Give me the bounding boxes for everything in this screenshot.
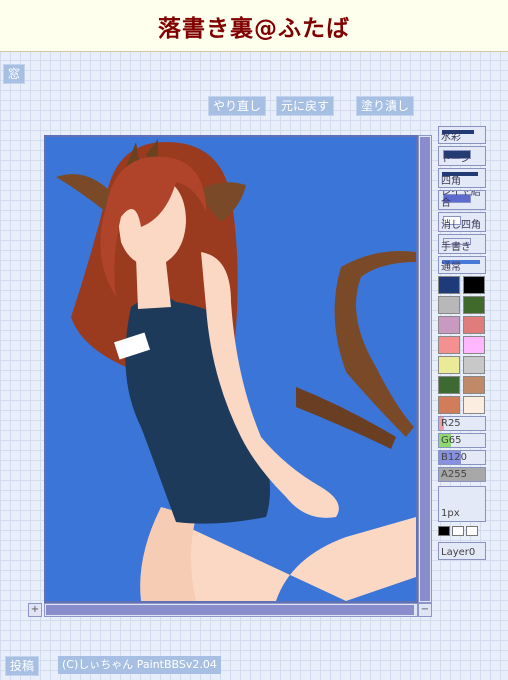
color-swatch[interactable] [463, 396, 485, 414]
fill-button[interactable]: 塗り潰し [356, 96, 415, 116]
color-swatch[interactable] [463, 296, 485, 314]
post-button[interactable]: 投稿 [5, 656, 40, 676]
green-slider[interactable]: G65 [438, 433, 486, 448]
pen-size-label: 1px [441, 508, 460, 519]
zoom-in-button[interactable]: + [28, 603, 42, 617]
horizontal-scrollbar[interactable] [44, 603, 418, 617]
color-swatch[interactable] [438, 276, 460, 294]
layer-selector[interactable]: Layer0 [438, 542, 486, 560]
pen-size-dot-white[interactable] [452, 526, 464, 536]
window-button[interactable]: 窓 [3, 64, 26, 84]
color-swatch[interactable] [463, 316, 485, 334]
pen-size-options [438, 526, 488, 536]
alpha-slider[interactable]: A255 [438, 467, 486, 482]
zoom-out-button[interactable]: − [418, 603, 432, 617]
horizontal-scroll-thumb[interactable] [46, 605, 414, 615]
color-swatch[interactable] [438, 376, 460, 394]
credit-text: (C)しぃちゃん PaintBBSv2.04 [58, 656, 221, 674]
drawing-canvas[interactable] [44, 135, 418, 603]
redo-button[interactable]: やり直し [208, 96, 267, 116]
red-slider[interactable]: R25 [438, 416, 486, 431]
undo-button[interactable]: 元に戻す [276, 96, 335, 116]
tool-normal[interactable]: 通常 [438, 256, 486, 274]
pen-size-dot-white-2[interactable] [466, 526, 478, 536]
color-swatch[interactable] [438, 356, 460, 374]
color-swatch[interactable] [463, 356, 485, 374]
color-swatch[interactable] [463, 376, 485, 394]
tool-tone[interactable]: トーン [438, 146, 486, 166]
page-header: 落書き裏@ふたば [0, 0, 508, 52]
color-swatch[interactable] [438, 316, 460, 334]
color-palette [438, 276, 488, 414]
canvas-artwork [46, 137, 416, 601]
color-swatch[interactable] [438, 336, 460, 354]
color-swatch[interactable] [463, 276, 485, 294]
page-title: 落書き裏@ふたば [158, 15, 350, 42]
pen-size-box[interactable]: 1px [438, 486, 486, 522]
color-swatch[interactable] [438, 296, 460, 314]
blue-slider[interactable]: B120 [438, 450, 486, 465]
tool-erase-rect[interactable]: 消し四角 [438, 212, 486, 232]
tool-merge[interactable]: レイヤ結合 [438, 190, 486, 210]
tool-watercolor[interactable]: 水彩 [438, 126, 486, 144]
color-swatch[interactable] [438, 396, 460, 414]
tool-panel: 水彩 トーン 四角 レイヤ結合 消し四角 手書き 通常 R25 G65 B120… [438, 126, 488, 560]
vertical-scroll-thumb[interactable] [420, 137, 430, 601]
color-swatch[interactable] [463, 336, 485, 354]
tool-handwrite[interactable]: 手書き [438, 234, 486, 254]
pen-size-dot-black[interactable] [438, 526, 450, 536]
tool-rect[interactable]: 四角 [438, 168, 486, 188]
vertical-scrollbar[interactable] [418, 135, 432, 603]
